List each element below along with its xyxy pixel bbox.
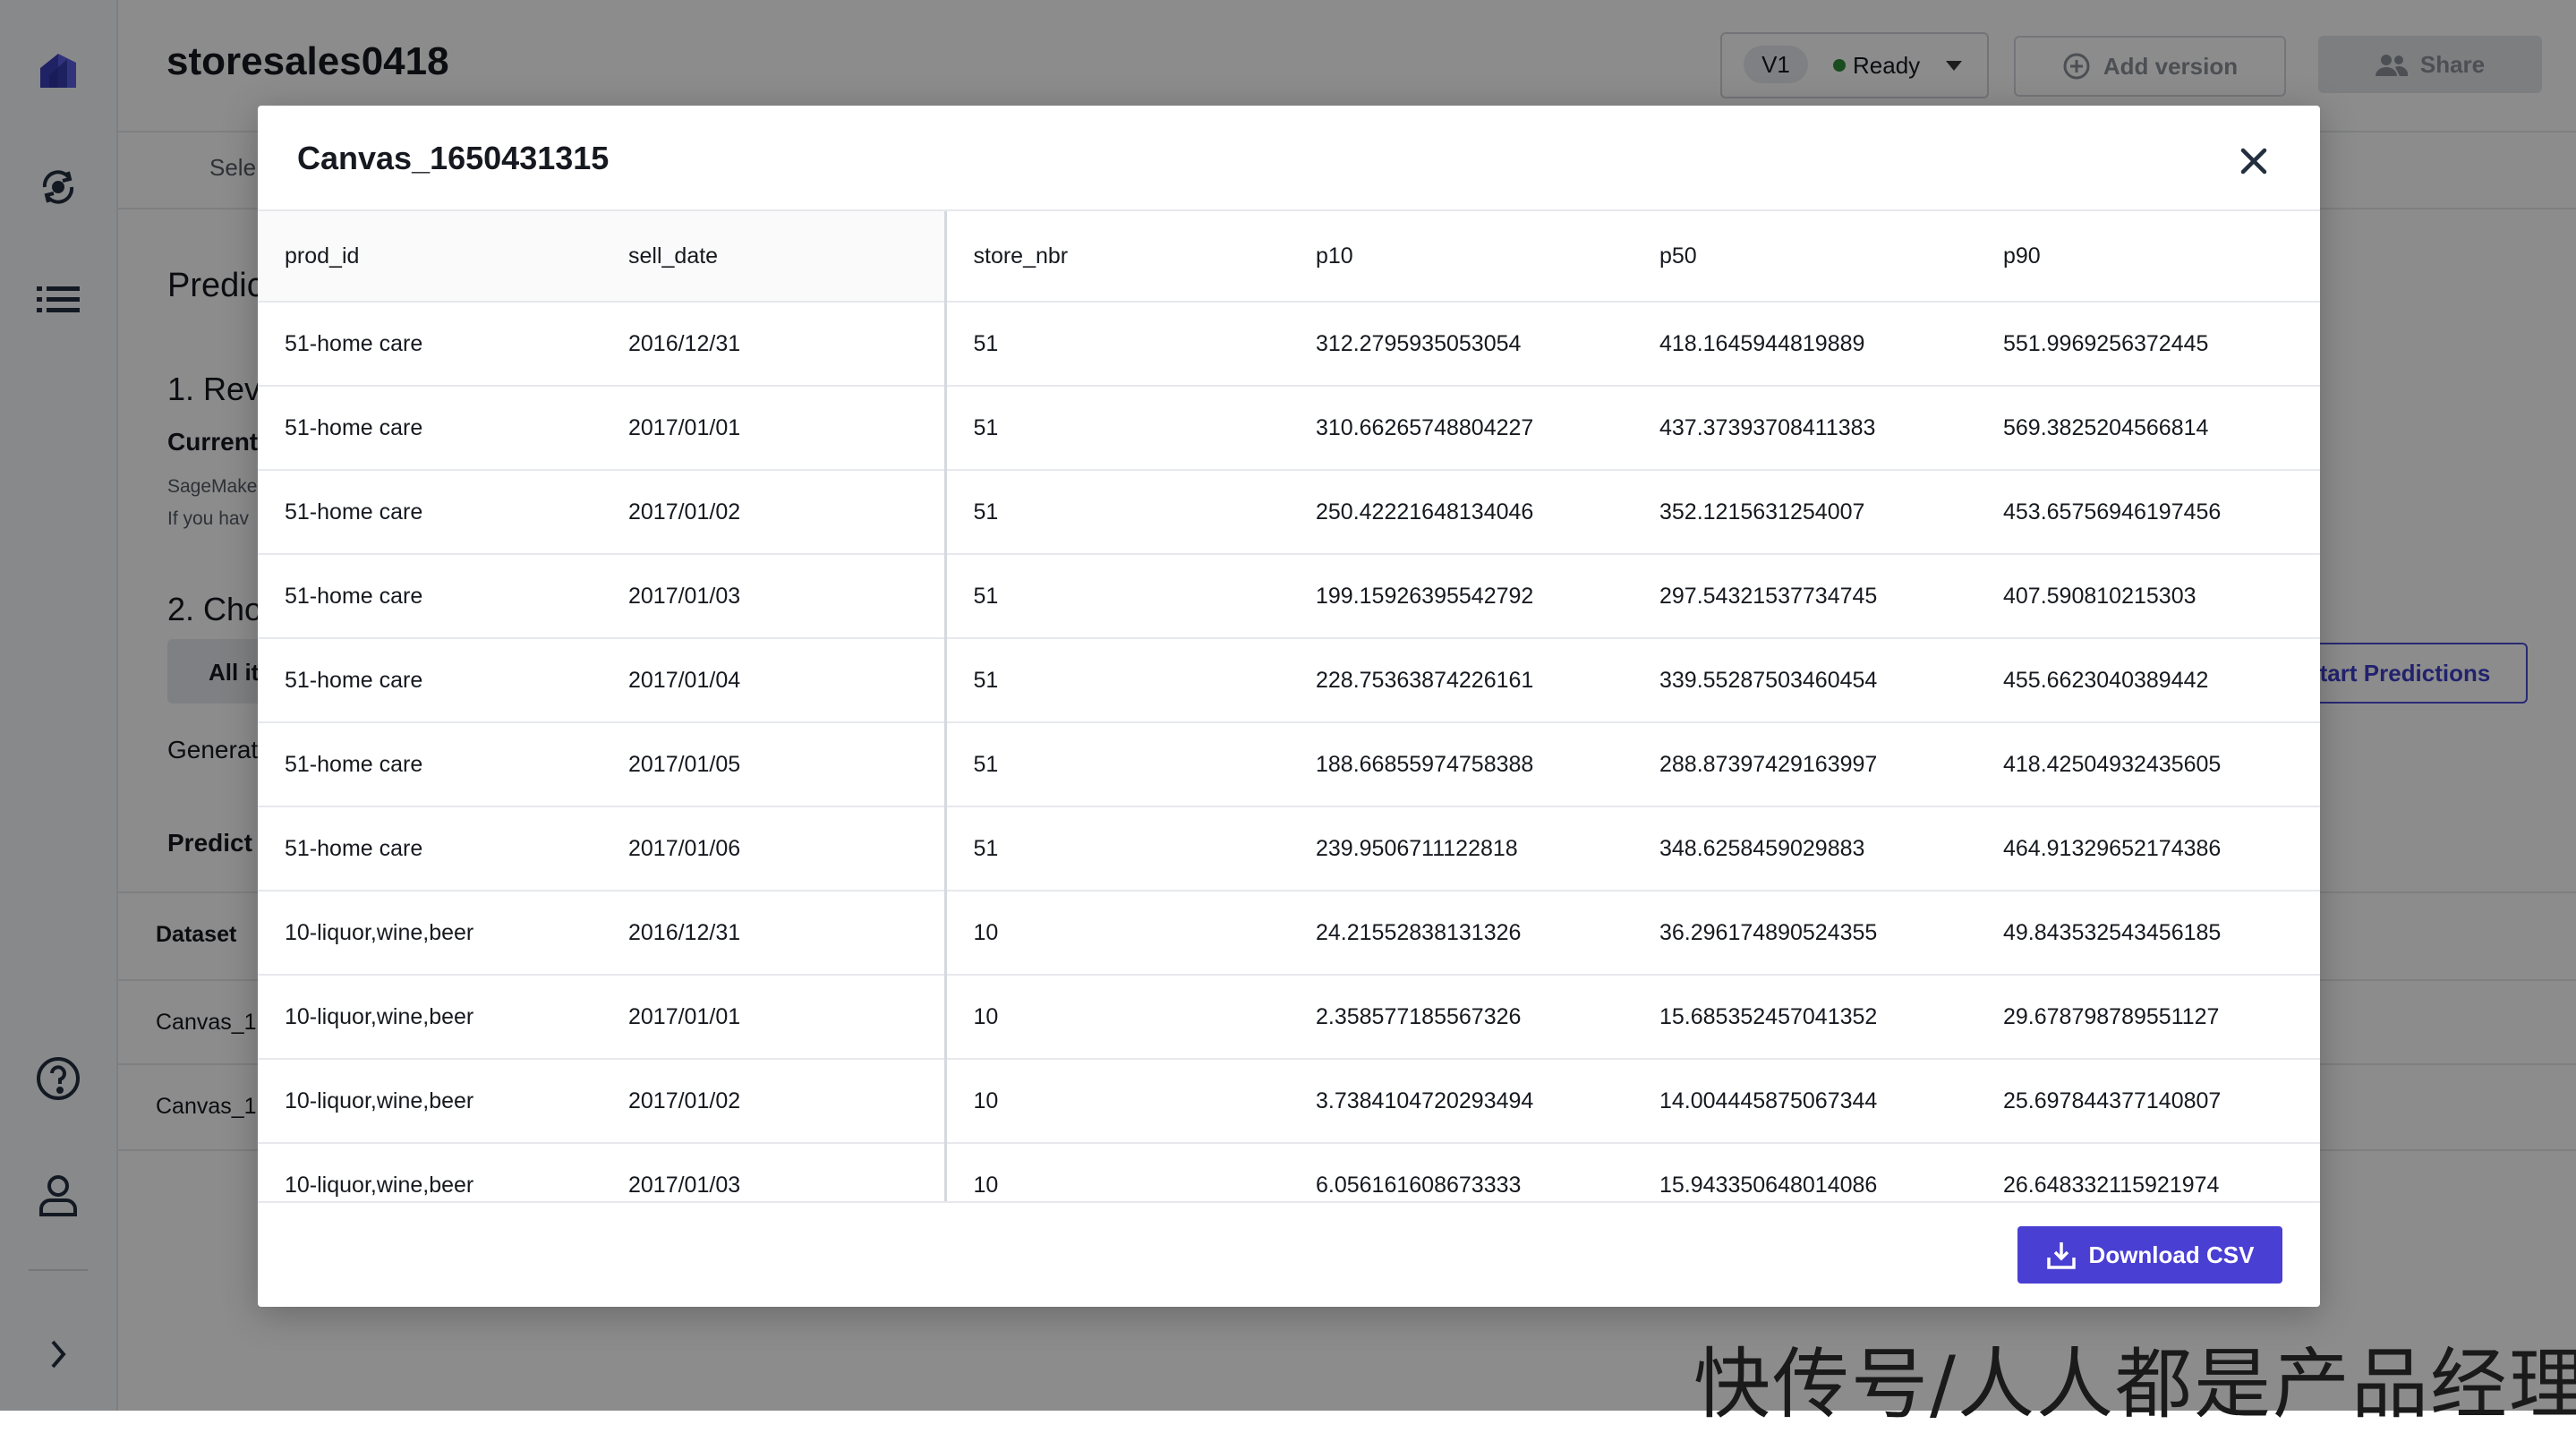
- table-cell: 51: [945, 554, 1289, 639]
- table-row: 10-liquor,wine,beer 2017/01/03 10 6.0561616…: [258, 1143, 2320, 1205]
- column-header[interactable]: sell_date: [601, 211, 947, 303]
- table-row: 51-home care 2017/01/05 51 188.668559747583…: [258, 722, 2320, 807]
- table-cell: 188.66855974758388: [1289, 722, 1633, 807]
- table-cell: 14.004445875067344: [1633, 1059, 1976, 1144]
- table-cell: 352.1215631254007: [1633, 470, 1976, 555]
- table-cell: 51-home care: [258, 554, 601, 639]
- table-cell: 29.678798789551127: [1976, 975, 2320, 1060]
- table-cell: 51-home care: [258, 302, 601, 387]
- table-cell: 24.21552838131326: [1289, 891, 1633, 976]
- table-cell: 51: [945, 806, 1289, 891]
- table-cell: 288.87397429163997: [1633, 722, 1976, 807]
- table-row: 51-home care 2017/01/04 51 228.753638742261…: [258, 638, 2320, 723]
- table-cell: 348.6258459029883: [1633, 806, 1976, 891]
- predictions-table-container[interactable]: prod_id sell_date store_nbr p10 p50 p90 …: [258, 209, 2320, 1205]
- table-cell: 3.7384104720293494: [1289, 1059, 1633, 1144]
- table-row: 10-liquor,wine,beer 2017/01/01 10 2.3585771…: [258, 975, 2320, 1060]
- table-cell: 51-home care: [258, 806, 601, 891]
- table-cell: 10: [945, 1059, 1289, 1144]
- table-cell: 2017/01/03: [601, 1143, 947, 1205]
- table-cell: 51: [945, 722, 1289, 807]
- table-header-row: prod_id sell_date store_nbr p10 p50 p90: [258, 211, 2320, 303]
- table-cell: 437.37393708411383: [1633, 386, 1976, 471]
- table-cell: 551.9969256372445: [1976, 302, 2320, 387]
- table-cell: 51: [945, 302, 1289, 387]
- table-cell: 2017/01/06: [601, 806, 947, 891]
- table-cell: 51-home care: [258, 722, 601, 807]
- table-row: 10-liquor,wine,beer 2016/12/31 10 24.215528…: [258, 891, 2320, 976]
- table-cell: 199.15926395542792: [1289, 554, 1633, 639]
- table-cell: 51: [945, 638, 1289, 723]
- table-row: 51-home care 2017/01/02 51 250.422216481340…: [258, 470, 2320, 555]
- table-cell: 51-home care: [258, 470, 601, 555]
- table-cell: 2017/01/01: [601, 386, 947, 471]
- table-row: 51-home care 2017/01/01 51 310.662657488042…: [258, 386, 2320, 471]
- table-cell: 2017/01/01: [601, 975, 947, 1060]
- column-header[interactable]: prod_id: [258, 211, 601, 303]
- table-cell: 2016/12/31: [601, 891, 947, 976]
- watermark-text: 快传号/人人都是产品经理: [1693, 1340, 2576, 1429]
- table-cell: 250.42221648134046: [1289, 470, 1633, 555]
- app-root: storesales0418 V1 Ready Add version Shar…: [0, 0, 2576, 1429]
- table-cell: 10: [945, 975, 1289, 1060]
- table-cell: 2017/01/02: [601, 470, 947, 555]
- table-cell: 10: [945, 1143, 1289, 1205]
- table-cell: 312.2795935053054: [1289, 302, 1633, 387]
- table-cell: 455.6623040389442: [1976, 638, 2320, 723]
- modal-title: Canvas_1650431315: [297, 140, 610, 176]
- modal-footer: Download CSV: [258, 1201, 2320, 1307]
- table-cell: 407.590810215303: [1976, 554, 2320, 639]
- column-header[interactable]: p10: [1289, 211, 1633, 303]
- table-cell: 36.296174890524355: [1633, 891, 1976, 976]
- table-cell: 6.056161608673333: [1289, 1143, 1633, 1205]
- table-cell: 2017/01/02: [601, 1059, 947, 1144]
- table-cell: 10-liquor,wine,beer: [258, 1143, 601, 1205]
- table-cell: 2016/12/31: [601, 302, 947, 387]
- table-cell: 339.55287503460454: [1633, 638, 1976, 723]
- predictions-table: prod_id sell_date store_nbr p10 p50 p90 …: [258, 211, 2320, 1205]
- table-cell: 2017/01/04: [601, 638, 947, 723]
- table-cell: 569.3825204566814: [1976, 386, 2320, 471]
- table-cell: 10-liquor,wine,beer: [258, 891, 601, 976]
- table-row: 51-home care 2017/01/03 51 199.159263955427…: [258, 554, 2320, 639]
- column-header[interactable]: p50: [1633, 211, 1976, 303]
- table-cell: 10: [945, 891, 1289, 976]
- column-header[interactable]: p90: [1976, 211, 2320, 303]
- table-cell: 297.54321537734745: [1633, 554, 1976, 639]
- table-cell: 10-liquor,wine,beer: [258, 975, 601, 1060]
- column-header[interactable]: store_nbr: [945, 211, 1289, 303]
- table-cell: 453.65756946197456: [1976, 470, 2320, 555]
- table-cell: 2017/01/03: [601, 554, 947, 639]
- download-csv-button[interactable]: Download CSV: [2017, 1226, 2282, 1284]
- table-row: 51-home care 2016/12/31 51 312.279593505305…: [258, 302, 2320, 387]
- table-cell: 51: [945, 470, 1289, 555]
- table-cell: 15.685352457041352: [1633, 975, 1976, 1060]
- table-row: 51-home care 2017/01/06 51 239.950671112281…: [258, 806, 2320, 891]
- table-cell: 418.42504932435605: [1976, 722, 2320, 807]
- table-cell: 310.66265748804227: [1289, 386, 1633, 471]
- table-cell: 418.1645944819889: [1633, 302, 1976, 387]
- preview-modal: Canvas_1650431315 prod_id sell_date stor…: [258, 106, 2320, 1307]
- download-csv-label: Download CSV: [2088, 1241, 2255, 1268]
- table-cell: 51-home care: [258, 638, 601, 723]
- table-cell: 464.91329652174386: [1976, 806, 2320, 891]
- table-cell: 239.9506711122818: [1289, 806, 1633, 891]
- close-icon[interactable]: [2232, 140, 2275, 183]
- table-row: 10-liquor,wine,beer 2017/01/02 10 3.7384104…: [258, 1059, 2320, 1144]
- table-cell: 2017/01/05: [601, 722, 947, 807]
- table-cell: 10-liquor,wine,beer: [258, 1059, 601, 1144]
- table-cell: 26.648332115921974: [1976, 1143, 2320, 1205]
- table-cell: 25.697844377140807: [1976, 1059, 2320, 1144]
- table-cell: 51-home care: [258, 386, 601, 471]
- table-cell: 49.843532543456185: [1976, 891, 2320, 976]
- table-cell: 51: [945, 386, 1289, 471]
- table-cell: 15.943350648014086: [1633, 1143, 1976, 1205]
- table-cell: 2.358577185567326: [1289, 975, 1633, 1060]
- table-cell: 228.75363874226161: [1289, 638, 1633, 723]
- download-icon: [2046, 1242, 2076, 1269]
